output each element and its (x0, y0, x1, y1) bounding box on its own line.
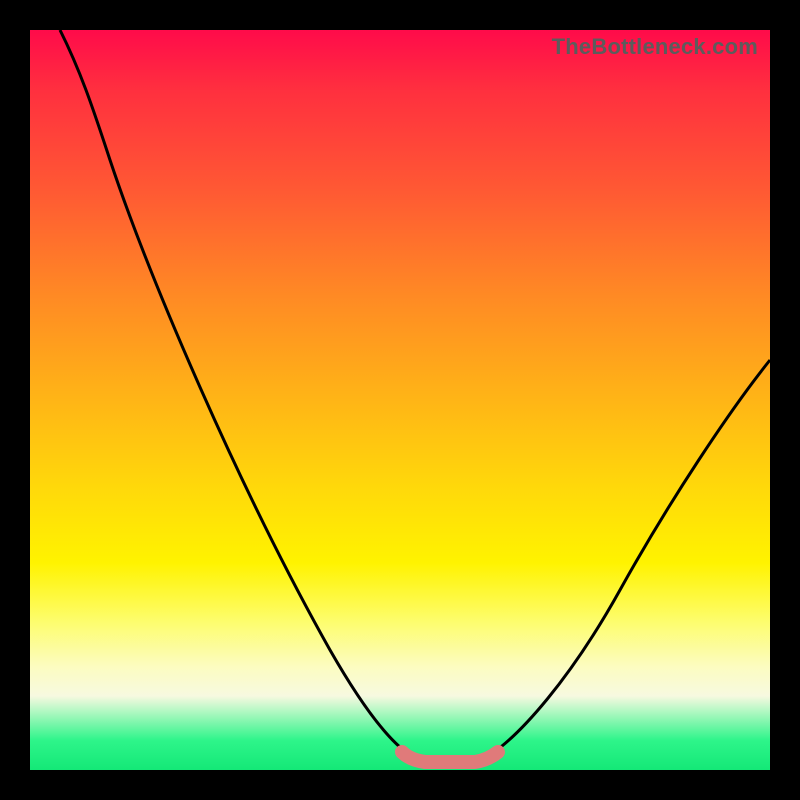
left-curve (60, 30, 410, 755)
right-curve (490, 360, 770, 755)
chart-frame: TheBottleneck.com (0, 0, 800, 800)
flat-bottom-highlight (402, 752, 498, 762)
plot-area: TheBottleneck.com (30, 30, 770, 770)
chart-curves (30, 30, 770, 770)
